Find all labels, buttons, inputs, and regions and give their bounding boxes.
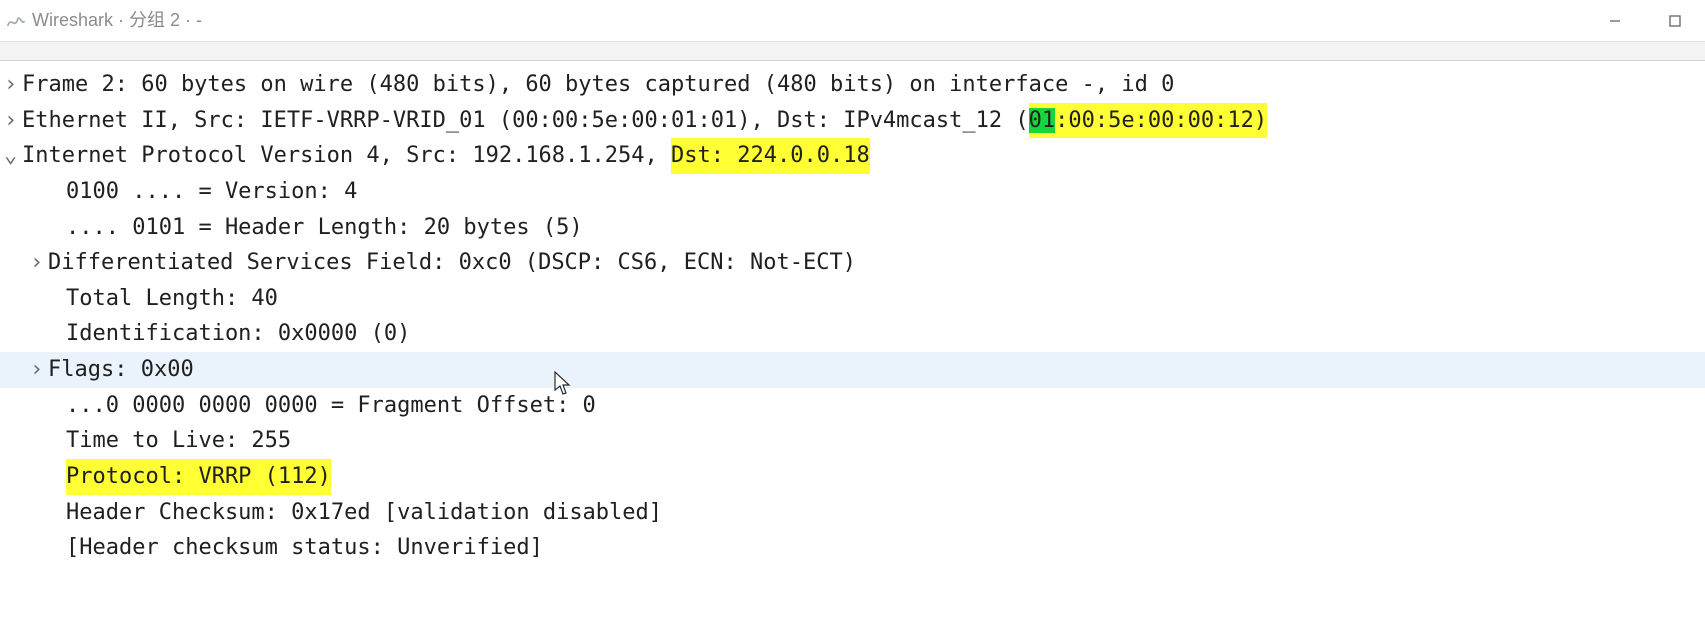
tree-row-ip-chkstat[interactable]: [Header checksum status: Unverified] xyxy=(0,530,1705,566)
expand-toggle-icon[interactable]: › xyxy=(30,352,48,388)
ip-identification: Identification: 0x0000 (0) xyxy=(66,316,410,352)
frame-summary: Frame 2: 60 bytes on wire (480 bits), 60… xyxy=(22,67,1174,103)
tree-row-ip-ident[interactable]: Identification: 0x0000 (0) xyxy=(0,316,1705,352)
ip-fragment-offset: ...0 0000 0000 0000 = Fragment Offset: 0 xyxy=(66,388,596,424)
ipv4-prefix: Internet Protocol Version 4, Src: 192.16… xyxy=(22,138,671,174)
ip-header-length: .... 0101 = Header Length: 20 bytes (5) xyxy=(66,210,583,246)
minimize-button[interactable] xyxy=(1585,0,1645,41)
ip-version: 0100 .... = Version: 4 xyxy=(66,174,357,210)
ipv4-dst-highlight: Dst: 224.0.0.18 xyxy=(671,138,870,174)
tree-row-frame[interactable]: ›Frame 2: 60 bytes on wire (480 bits), 6… xyxy=(0,67,1705,103)
tree-row-ip-chksum[interactable]: Header Checksum: 0x17ed [validation disa… xyxy=(0,495,1705,531)
maximize-button[interactable] xyxy=(1645,0,1705,41)
packet-tree-wrapper: ›Frame 2: 60 bytes on wire (480 bits), 6… xyxy=(0,61,1705,576)
ip-ttl: Time to Live: 255 xyxy=(66,423,291,459)
expand-toggle-icon[interactable]: › xyxy=(30,245,48,281)
packet-details-tree[interactable]: ›Frame 2: 60 bytes on wire (480 bits), 6… xyxy=(0,61,1705,576)
tree-row-ip-protocol[interactable]: Protocol: VRRP (112) xyxy=(0,459,1705,495)
tree-row-ethernet[interactable]: ›Ethernet II, Src: IETF-VRRP-VRID_01 (00… xyxy=(0,103,1705,139)
tree-row-ip-flags[interactable]: ›Flags: 0x00 xyxy=(0,352,1705,388)
ethernet-dst-mac-first-octet: 01 xyxy=(1029,108,1056,133)
tree-row-ip-dsfield[interactable]: ›Differentiated Services Field: 0xc0 (DS… xyxy=(0,245,1705,281)
titlebar-left: Wireshark · 分组 2 · - xyxy=(6,6,202,35)
tree-row-ip-fragoff[interactable]: ...0 0000 0000 0000 = Fragment Offset: 0 xyxy=(0,388,1705,424)
tree-row-ipv4[interactable]: ⌄Internet Protocol Version 4, Src: 192.1… xyxy=(0,138,1705,174)
tree-row-ip-ttl[interactable]: Time to Live: 255 xyxy=(0,423,1705,459)
window-buttons xyxy=(1585,0,1705,41)
ethernet-prefix: Ethernet II, Src: IETF-VRRP-VRID_01 (00:… xyxy=(22,103,1029,139)
wireshark-icon xyxy=(6,11,26,31)
ip-checksum-status: [Header checksum status: Unverified] xyxy=(66,530,543,566)
ip-checksum: Header Checksum: 0x17ed [validation disa… xyxy=(66,495,662,531)
tree-row-ip-hdrlen[interactable]: .... 0101 = Header Length: 20 bytes (5) xyxy=(0,210,1705,246)
tree-row-ip-version[interactable]: 0100 .... = Version: 4 xyxy=(0,174,1705,210)
ip-total-length: Total Length: 40 xyxy=(66,281,278,317)
ip-flags: Flags: 0x00 xyxy=(48,352,194,388)
tree-row-ip-totlen[interactable]: Total Length: 40 xyxy=(0,281,1705,317)
window-title: Wireshark · 分组 2 · - xyxy=(32,6,202,35)
ethernet-dst-mac-rest: :00:5e:00:00:12) xyxy=(1055,108,1267,133)
window-titlebar: Wireshark · 分组 2 · - xyxy=(0,0,1705,42)
collapse-toggle-icon[interactable]: ⌄ xyxy=(4,138,22,174)
ip-dsfield: Differentiated Services Field: 0xc0 (DSC… xyxy=(48,245,856,281)
expand-toggle-icon[interactable]: › xyxy=(4,67,22,103)
ip-protocol: Protocol: VRRP (112) xyxy=(66,459,331,495)
toolbar-strip xyxy=(0,42,1705,61)
ethernet-dst-mac-highlight: 01:00:5e:00:00:12) xyxy=(1029,103,1267,139)
expand-toggle-icon[interactable]: › xyxy=(4,103,22,139)
